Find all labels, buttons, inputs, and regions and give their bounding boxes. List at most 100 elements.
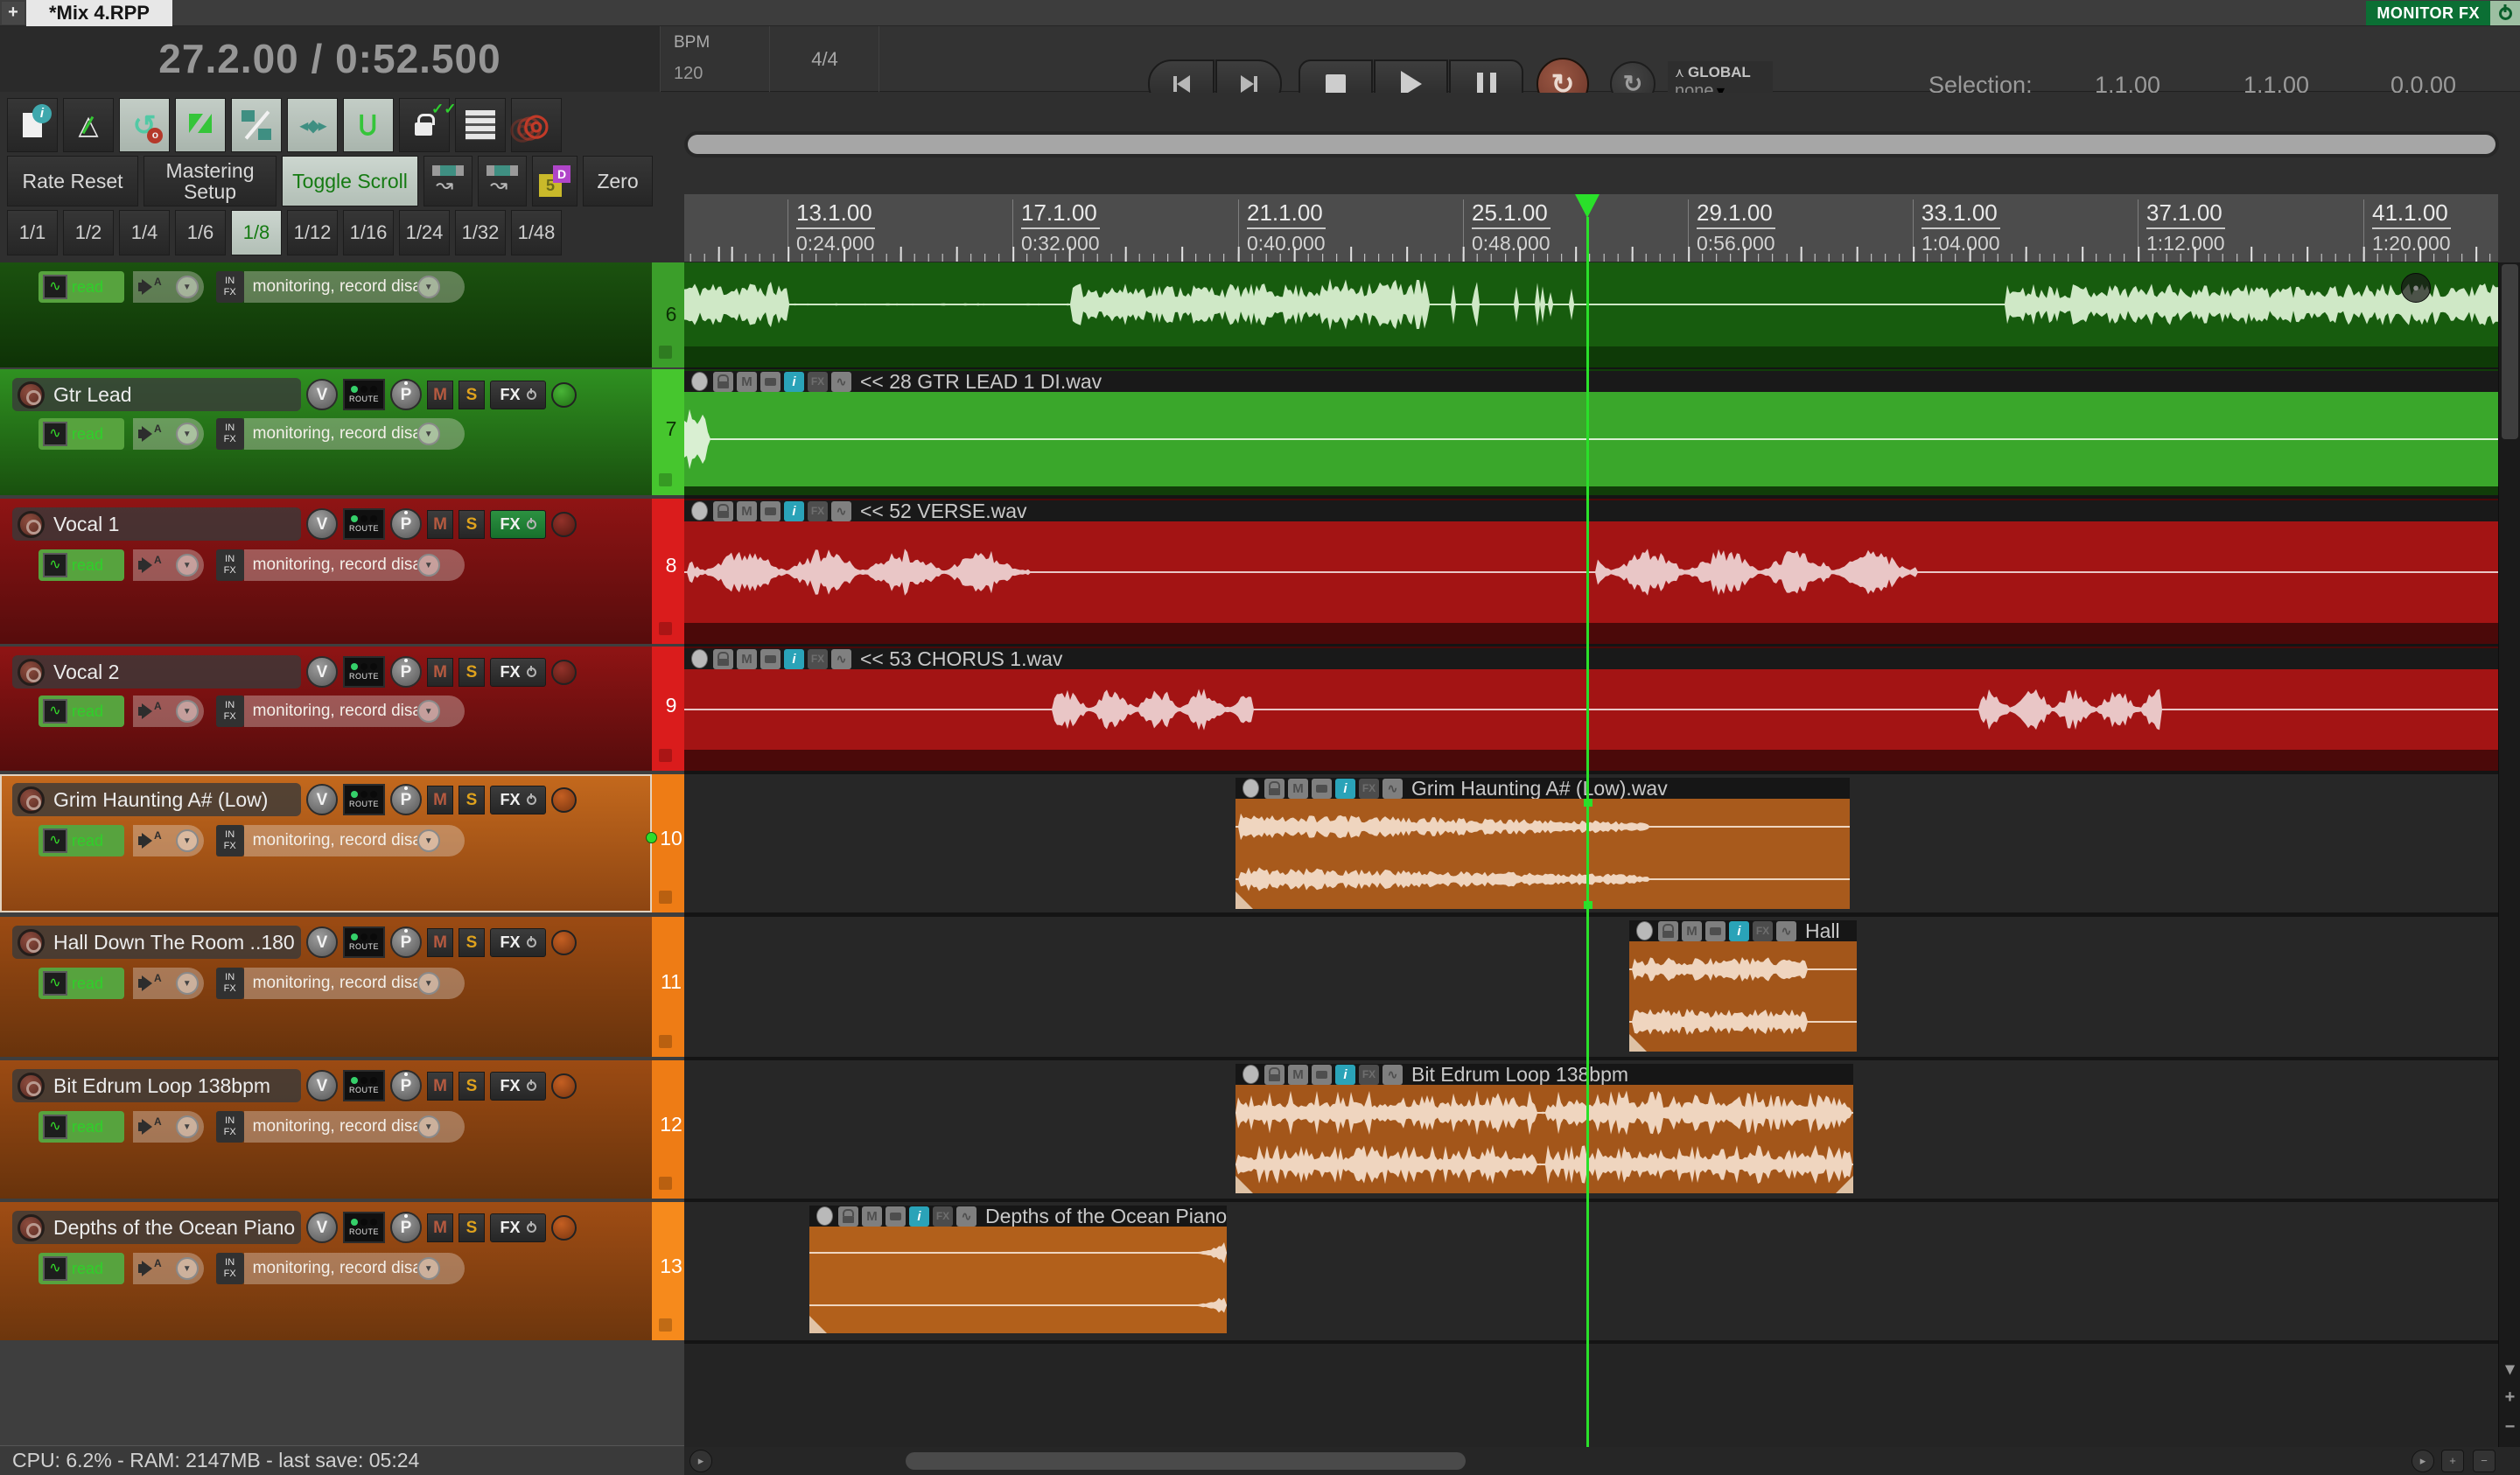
mute-button[interactable]: M <box>427 1213 453 1242</box>
solo-button[interactable]: S <box>458 1071 485 1101</box>
chevron-down-icon[interactable]: ▼ <box>416 972 440 995</box>
arrange-vscrollbar[interactable]: ▾ + − <box>2498 262 2520 1447</box>
grid-1-1-button[interactable]: 1/1 <box>7 210 58 255</box>
project-tab[interactable]: *Mix 4.RPP <box>26 0 172 26</box>
scroll-left-button[interactable]: ▸ <box>690 1450 712 1472</box>
item-mute-icon[interactable]: M <box>737 371 757 392</box>
item-info-icon[interactable]: i <box>1335 1064 1355 1085</box>
monitoring-button[interactable]: monitoring, record disa ▼ <box>243 418 465 450</box>
item-header[interactable]: Mi FX ∿ << 52 VERSE.wav <box>684 500 2498 521</box>
mute-button[interactable]: M <box>427 380 453 409</box>
volume-knob[interactable]: V <box>306 926 338 958</box>
track-name[interactable]: Bit Edrum Loop 138bpm <box>53 1074 270 1098</box>
item-lock-icon[interactable] <box>1658 920 1678 941</box>
fade-in-handle[interactable] <box>809 1316 827 1333</box>
track-panel-6[interactable]: ∿ read A ▼ IN FX monitoring, record disa ▼ 6 <box>0 262 690 367</box>
item-notes-icon[interactable] <box>886 1206 906 1227</box>
item-header[interactable]: Mi FX ∿ Hall <box>1629 920 1857 941</box>
input-fx-icon[interactable]: IN FX <box>215 968 244 999</box>
envelope-button[interactable]: ∿ read <box>38 549 124 581</box>
item-envelope-icon[interactable]: ∿ <box>831 500 851 521</box>
power-icon[interactable] <box>526 937 536 947</box>
bpm-value[interactable]: 120 <box>674 64 703 84</box>
record-input-button[interactable]: A ▼ <box>133 549 204 581</box>
record-arm-button[interactable] <box>18 786 45 814</box>
pan-knob[interactable]: P <box>390 379 422 410</box>
grid-1-4-button[interactable]: 1/4 <box>119 210 170 255</box>
route-button[interactable]: ROUTE <box>343 656 385 688</box>
item-lock-icon[interactable] <box>1264 778 1284 799</box>
new-project-tab-button[interactable]: + <box>2 2 24 24</box>
item-mute-icon[interactable]: M <box>1288 1064 1308 1085</box>
envelope-button[interactable]: ∿ read <box>38 968 124 999</box>
track-panel-11[interactable]: Hall Down The Room ..180 V ROUTE P M S F… <box>0 917 690 1057</box>
volume-knob[interactable]: V <box>306 1070 338 1101</box>
mastering-setup-button[interactable]: Mastering Setup <box>144 156 276 206</box>
grid-1-24-button[interactable]: 1/24 <box>399 210 450 255</box>
item-group-icon[interactable] <box>690 372 710 392</box>
power-icon[interactable] <box>526 794 536 805</box>
record-arm-button[interactable] <box>18 1072 45 1100</box>
track-panel-13[interactable]: Depths of the Ocean Piano V ROUTE P M S … <box>0 1202 690 1340</box>
track-lane-9[interactable]: Mi FX ∿ << 53 CHORUS 1.wav <box>684 647 2498 771</box>
grid-1-12-button[interactable]: 1/12 <box>287 210 338 255</box>
fx-button-active[interactable]: FX <box>490 509 546 539</box>
route-button[interactable]: ROUTE <box>343 926 385 958</box>
item-notes-icon[interactable] <box>760 648 780 669</box>
monitoring-control[interactable]: IN FX monitoring, record disa ▼ <box>215 825 465 856</box>
arrange-vscrollbar-thumb[interactable] <box>2502 264 2518 439</box>
fx-button[interactable]: FX <box>490 927 546 957</box>
record-input-button[interactable]: A ▼ <box>133 418 204 450</box>
envelope-button[interactable]: ∿ read <box>38 1111 124 1143</box>
pan-knob[interactable]: P <box>390 784 422 815</box>
item-header[interactable]: Mi FX ∿ Depths of the Ocean Piano <box>809 1206 1227 1227</box>
toggle-scroll-button[interactable]: Toggle Scroll <box>282 156 418 206</box>
input-fx-icon[interactable]: IN FX <box>215 418 244 450</box>
track-name[interactable]: Depths of the Ocean Piano <box>53 1216 295 1240</box>
route-button[interactable]: ROUTE <box>343 784 385 815</box>
vertical-zoom-in-button[interactable]: + <box>2499 1388 2520 1408</box>
ripple-edit-button[interactable]: ⊃ <box>343 98 394 152</box>
monitoring-control[interactable]: IN FX monitoring, record disa ▼ <box>215 1253 465 1284</box>
solo-button[interactable]: S <box>458 657 485 687</box>
chevron-down-icon[interactable]: ▼ <box>175 554 199 577</box>
track-lane-13[interactable]: Mi FX ∿ Depths of the Ocean Piano <box>684 1202 2498 1340</box>
item-lock-icon[interactable] <box>713 371 733 392</box>
item-envelope-icon[interactable]: ∿ <box>1382 778 1403 799</box>
chevron-down-icon[interactable]: ▼ <box>416 276 440 298</box>
chevron-down-icon[interactable]: ▼ <box>416 1115 440 1138</box>
record-input-button[interactable]: A ▼ <box>133 696 204 727</box>
mute-button[interactable]: M <box>427 657 453 687</box>
solo-button[interactable]: S <box>458 927 485 957</box>
input-fx-icon[interactable]: IN FX <box>215 825 244 856</box>
item-grouping-button[interactable] <box>175 98 226 152</box>
rate-reset-button[interactable]: Rate Reset <box>7 156 138 206</box>
route-button[interactable]: ROUTE <box>343 379 385 410</box>
item-group-icon[interactable] <box>1241 779 1261 799</box>
item-lock-icon[interactable] <box>1264 1064 1284 1085</box>
chevron-down-icon[interactable]: ▼ <box>416 1257 440 1280</box>
item-info-icon[interactable]: i <box>784 500 804 521</box>
item-lock-icon[interactable] <box>713 648 733 669</box>
grid-1-2-button[interactable]: 1/2 <box>63 210 114 255</box>
item-mute-icon[interactable]: M <box>1288 778 1308 799</box>
chevron-down-icon[interactable]: ▼ <box>416 829 440 852</box>
monitoring-control[interactable]: IN FX monitoring, record disa ▼ <box>215 418 465 450</box>
fived-button[interactable]: 5D <box>532 156 578 206</box>
track-name[interactable]: Hall Down The Room ..180 <box>53 931 295 954</box>
volume-knob[interactable]: V <box>306 784 338 815</box>
fade-in-handle[interactable] <box>1236 1176 1253 1193</box>
playrate-reset-button[interactable]: ↺ <box>119 98 170 152</box>
arrange-view[interactable]: Mi FX ∿ << 28 GTR LEAD 1 DI.wav Mi FX ∿ << 5… <box>684 262 2498 1447</box>
grid-1-32-button[interactable]: 1/32 <box>455 210 506 255</box>
record-monitor-button[interactable] <box>551 929 577 955</box>
envelope-points-button[interactable]: ◂◆▸ <box>287 98 338 152</box>
record-arm-button[interactable] <box>18 510 45 538</box>
item-envelope-icon[interactable]: ∿ <box>1776 920 1796 941</box>
metronome-button[interactable]: △ <box>63 98 114 152</box>
power-icon[interactable] <box>526 667 536 677</box>
item-group-icon[interactable] <box>690 501 710 521</box>
item-fx-icon[interactable]: FX <box>808 500 828 521</box>
bottom-scrollbar-thumb[interactable] <box>906 1452 1466 1470</box>
monitoring-button[interactable]: monitoring, record disa ▼ <box>243 696 465 727</box>
